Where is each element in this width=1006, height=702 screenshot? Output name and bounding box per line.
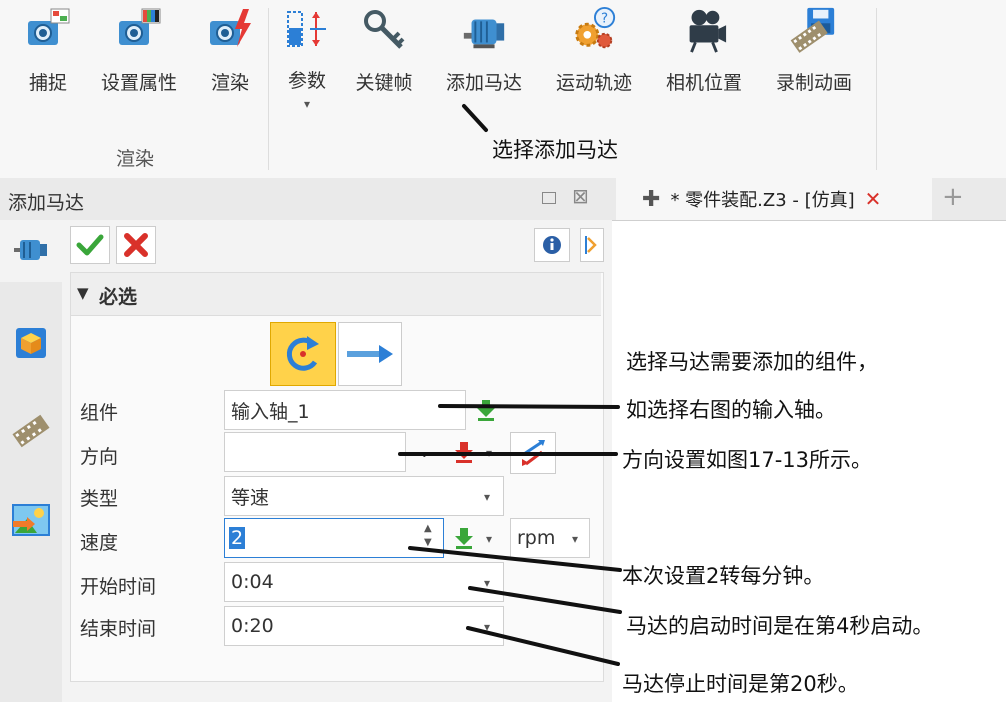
annotation-component-1: 选择马达需要添加的组件， xyxy=(626,350,878,374)
annotation-select-add-motor: 选择添加马达 xyxy=(492,138,618,162)
annotation-start-time: 马达的启动时间是在第4秒启动。 xyxy=(626,614,934,638)
annotation-direction: 方向设置如图17-13所示。 xyxy=(622,448,873,472)
annotation-component-2: 如选择右图的输入轴。 xyxy=(626,398,836,422)
annotation-end-time: 马达停止时间是第20秒。 xyxy=(622,672,859,696)
annotation-speed: 本次设置2转每分钟。 xyxy=(622,564,825,588)
